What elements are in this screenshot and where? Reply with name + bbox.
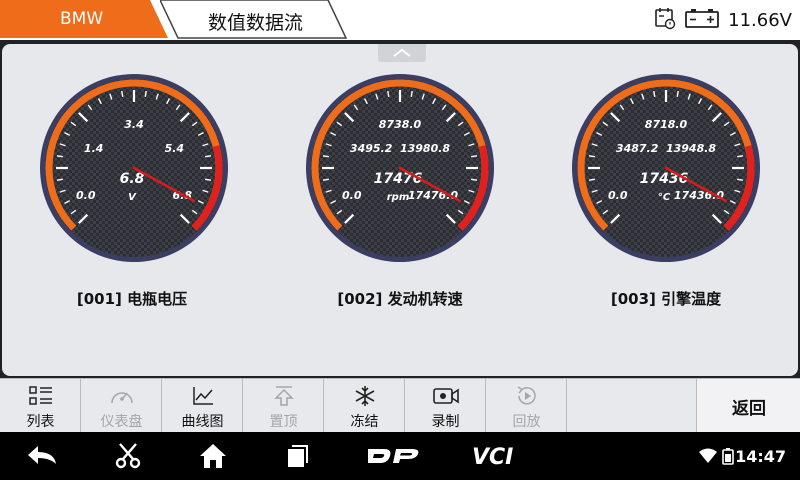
svg-text:VCI: VCI — [472, 445, 513, 470]
gauge-tick — [588, 178, 595, 181]
gauge-tick — [471, 155, 478, 158]
line-chart-button[interactable]: 曲线图 — [162, 379, 243, 433]
gauge-scale-label-low: 1.4 — [84, 142, 104, 155]
gauge-scale-label-high: 5.4 — [165, 142, 185, 155]
gauge-tick — [471, 178, 478, 181]
list-icon — [28, 385, 54, 407]
snowflake-icon — [352, 385, 378, 407]
dashboard-label: 仪表盘 — [100, 414, 143, 430]
gauge-scale-label-min: 0.0 — [608, 189, 628, 202]
gauge-tick — [387, 90, 390, 97]
gauge-scale-label-top: 3.4 — [124, 118, 144, 131]
gauge-icon — [109, 385, 135, 407]
line-chart-icon — [190, 385, 216, 407]
record-label: 录制 — [431, 414, 460, 430]
gauge-scale-label-min: 0.0 — [76, 189, 96, 202]
gauge-tick — [205, 178, 212, 181]
back-button[interactable]: 返回 — [696, 379, 800, 433]
gauge-scale-label-high: 13948.8 — [666, 142, 716, 155]
page-title: 数值数据流 — [208, 12, 304, 34]
gauge-tick — [676, 90, 679, 97]
scissors-icon[interactable] — [114, 442, 142, 470]
gauge-tick — [144, 90, 147, 97]
gauge-tick — [322, 178, 329, 181]
gauge-tick — [737, 155, 744, 158]
playback-icon — [514, 385, 540, 407]
home-icon[interactable] — [198, 442, 228, 470]
clock: 14:47 — [735, 447, 786, 466]
gauge-tick — [322, 155, 329, 158]
top-bar: BMW 数值数据流 11.66V — [0, 0, 800, 40]
gauge-tick — [121, 90, 124, 97]
gauge-battery-voltage: 0.01.43.45.46.86.8V — [36, 62, 232, 286]
dashboard-button[interactable]: 仪表盘 — [81, 379, 162, 433]
pin-top-icon — [271, 385, 297, 407]
pin-top-button[interactable]: 置顶 — [243, 379, 324, 433]
vci-logo-icon[interactable]: VCI — [470, 442, 526, 470]
freeze-button[interactable]: 冻结 — [324, 379, 405, 433]
gauge-engine-rpm: 0.0 3495.2 8738.0 13980.8 17476.0 17476 rpm — [302, 62, 498, 286]
battery-status-icon — [722, 447, 734, 475]
gauge-scale-label-top: 8718.0 — [645, 118, 688, 131]
dp-logo-icon[interactable] — [366, 442, 422, 470]
gauge-engine-temp: 0.0 3487.2 8718.0 13948.8 17436.0 17436 °C — [568, 62, 764, 286]
bottom-toolbar: 列表 仪表盘 曲线图 置顶 冻结 录制 回放 返回 — [0, 378, 800, 433]
gauge-tick — [56, 178, 63, 181]
gauge-unit: °C — [658, 192, 671, 203]
gauge-caption-2: [002] 发动机转速 — [337, 290, 463, 308]
gauge-caption-3: [003] 引擎温度 — [610, 290, 722, 308]
gauge-scale-label-min: 0.0 — [342, 189, 362, 202]
gauge-scale-label-high: 13980.8 — [400, 142, 450, 155]
gauge-unit: rpm — [387, 192, 410, 203]
back-arrow-icon[interactable] — [26, 442, 60, 470]
record-button[interactable]: 录制 — [405, 379, 486, 433]
brand-label: BMW — [60, 9, 104, 29]
tab-brand[interactable]: BMW — [0, 0, 170, 40]
playback-button[interactable]: 回放 — [486, 379, 567, 433]
battery-voltage: 11.66V — [728, 9, 792, 31]
gauge-tick — [410, 90, 413, 97]
collapse-button[interactable] — [378, 44, 426, 62]
gauge-scale-label-low: 3487.2 — [616, 142, 659, 155]
calendar-clock-icon — [654, 6, 676, 34]
gauge-caption-1: [001] 电瓶电压 — [76, 290, 188, 308]
line-chart-label: 曲线图 — [181, 414, 224, 430]
gauge-value: 17436 — [640, 171, 689, 187]
recent-apps-icon[interactable] — [284, 442, 310, 470]
battery-icon — [684, 6, 720, 34]
back-label: 返回 — [732, 399, 766, 419]
freeze-label: 冻结 — [350, 414, 379, 430]
android-nav-bar: VCI 14:47 — [0, 432, 800, 480]
gauge-value: 6.8 — [120, 171, 145, 187]
list-label: 列表 — [26, 414, 55, 430]
playback-label: 回放 — [512, 414, 541, 430]
wifi-icon — [698, 447, 718, 475]
gauge-tick — [653, 90, 656, 97]
pin-top-label: 置顶 — [269, 414, 298, 430]
gauge-scale-label-low: 3495.2 — [350, 142, 393, 155]
gauge-tick — [205, 155, 212, 158]
gauge-tick — [588, 155, 595, 158]
gauge-tick — [737, 178, 744, 181]
gauge-scale-label-top: 8738.0 — [379, 118, 422, 131]
video-record-icon — [431, 385, 461, 407]
gauge-value: 17476 — [374, 171, 423, 187]
gauge-tick — [56, 155, 63, 158]
status-area: 11.66V — [654, 6, 792, 34]
tab-data-stream[interactable]: 数值数据流 — [160, 0, 350, 40]
list-button[interactable]: 列表 — [0, 379, 81, 433]
gauge-unit: V — [128, 192, 137, 203]
